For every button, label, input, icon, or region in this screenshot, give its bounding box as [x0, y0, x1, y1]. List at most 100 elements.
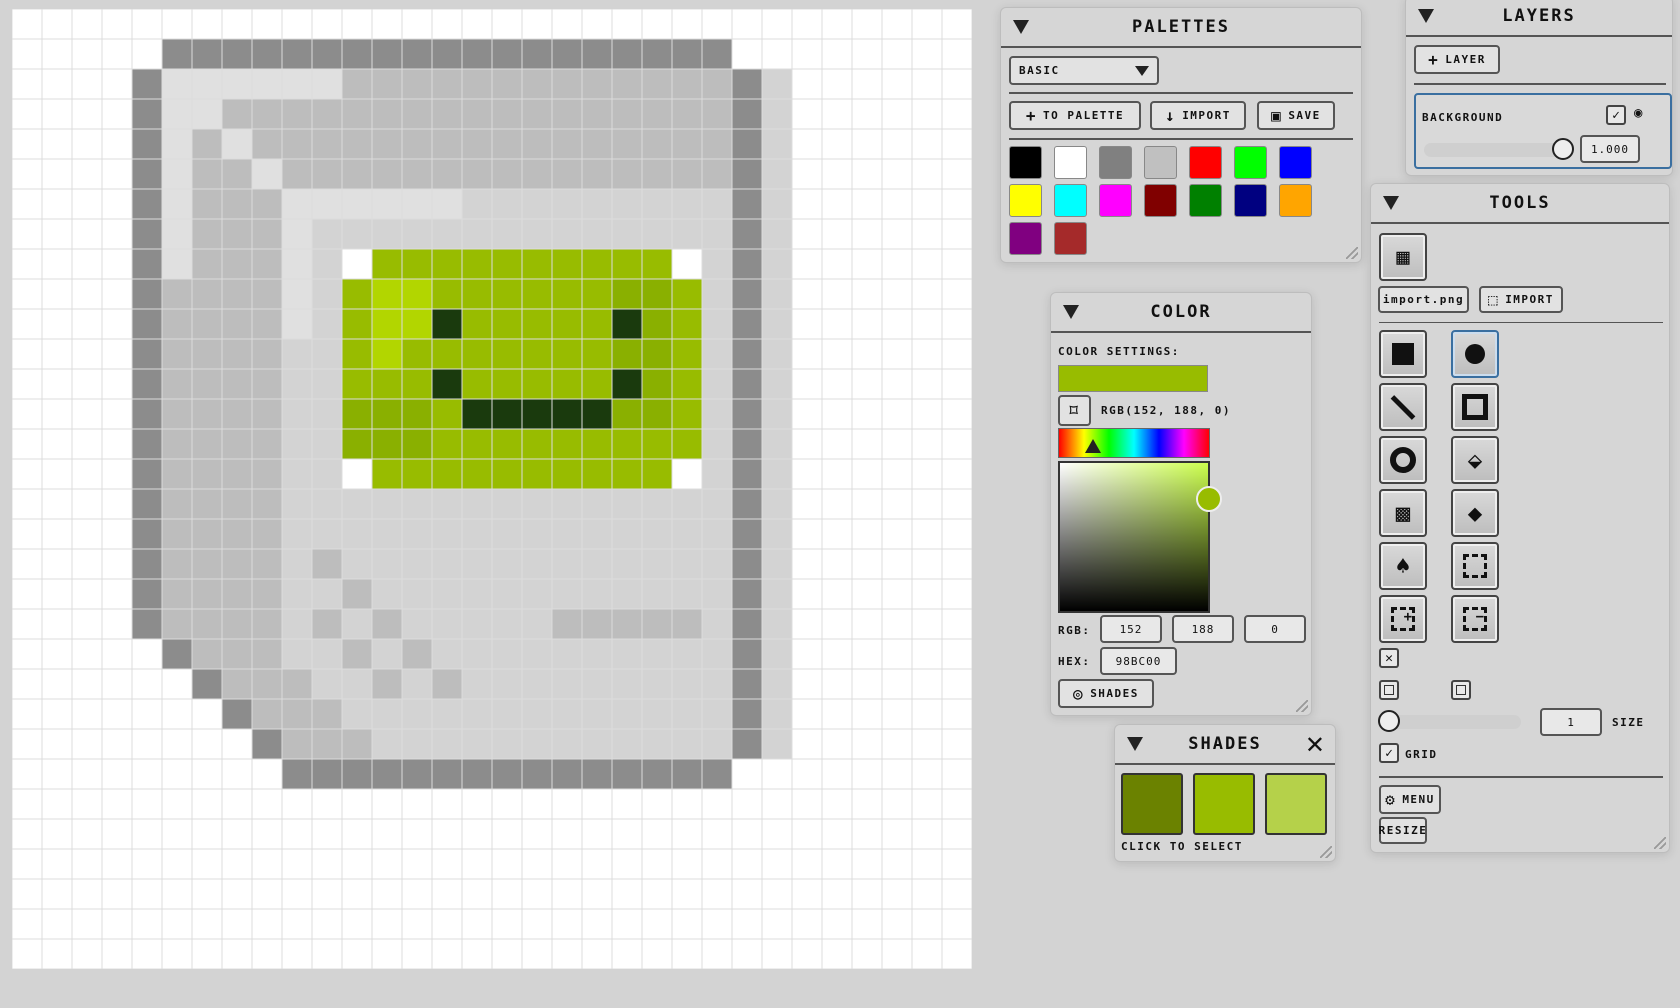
collapse-triangle-icon[interactable] — [1127, 737, 1143, 751]
option-checkbox-left[interactable] — [1379, 680, 1399, 700]
palette-swatch[interactable] — [1009, 184, 1042, 217]
pixel-canvas[interactable] — [12, 9, 972, 969]
line-tool[interactable] — [1379, 383, 1427, 431]
palette-swatch[interactable] — [1234, 146, 1267, 179]
hue-marker-icon[interactable] — [1085, 439, 1101, 453]
circle-brush-tool[interactable] — [1451, 330, 1499, 378]
brush-size-slider-knob[interactable] — [1378, 710, 1400, 732]
collapse-triangle-icon[interactable] — [1013, 20, 1029, 34]
menu-button[interactable]: ⚙ Menu — [1379, 785, 1441, 814]
palettes-header: Palettes — [1001, 8, 1361, 48]
palette-swatch[interactable] — [1144, 146, 1177, 179]
canvas-pixel — [342, 429, 372, 459]
palette-swatch[interactable] — [1054, 146, 1087, 179]
clear-selection-button[interactable]: ✕ — [1379, 648, 1399, 668]
palette-save-button[interactable]: ▣ Save — [1257, 101, 1335, 130]
add-layer-button[interactable]: + Layer — [1414, 45, 1500, 74]
grid-checkbox[interactable]: ✓ — [1379, 743, 1399, 763]
hue-bar[interactable] — [1058, 428, 1210, 458]
brush-size-slider[interactable] — [1389, 715, 1521, 729]
canvas-pixel — [402, 429, 432, 459]
red-input[interactable]: 152 — [1100, 615, 1162, 643]
eyedropper-button[interactable]: ⌑ — [1058, 395, 1091, 426]
canvas-pixel — [552, 549, 582, 579]
layer-opacity-slider[interactable] — [1424, 143, 1564, 157]
palette-swatch[interactable] — [1054, 184, 1087, 217]
collapse-triangle-icon[interactable] — [1063, 305, 1079, 319]
saturation-value-marker[interactable] — [1196, 486, 1222, 512]
collapse-triangle-icon[interactable] — [1418, 9, 1434, 23]
palette-select-value: Basic — [1019, 64, 1060, 77]
resize-grip-icon[interactable] — [1296, 700, 1308, 712]
dither-tool[interactable]: ▩ — [1379, 489, 1427, 537]
eyedropper-icon: ♠ — [1395, 552, 1411, 580]
canvas-pixel — [252, 279, 282, 309]
blue-input[interactable]: 0 — [1244, 615, 1306, 643]
canvas-pixel — [582, 129, 612, 159]
canvas-pixel — [132, 219, 162, 249]
palette-swatch[interactable] — [1279, 184, 1312, 217]
canvas-pixel — [432, 369, 462, 399]
ellipse-tool[interactable] — [1379, 436, 1427, 484]
fill-tool[interactable]: ⬙ — [1451, 436, 1499, 484]
palette-swatch[interactable] — [1099, 184, 1132, 217]
select-tool[interactable] — [1451, 542, 1499, 590]
eyedropper-tool[interactable]: ♠ — [1379, 542, 1427, 590]
import-file-name[interactable]: import.png — [1378, 286, 1469, 313]
add-to-palette-button[interactable]: + To palette — [1009, 101, 1141, 130]
palette-swatch[interactable] — [1234, 184, 1267, 217]
palette-swatch[interactable] — [1009, 222, 1042, 255]
saturation-value-picker[interactable] — [1058, 461, 1210, 613]
palette-swatch[interactable] — [1054, 222, 1087, 255]
pixel-canvas-drawing[interactable] — [12, 9, 972, 969]
close-icon[interactable]: ✕ — [1305, 731, 1325, 759]
canvas-pixel — [372, 519, 402, 549]
palette-swatch[interactable] — [1144, 184, 1177, 217]
image-stamp-tool[interactable]: ▦ — [1379, 233, 1427, 281]
canvas-pixel — [762, 279, 792, 309]
resize-grip-icon[interactable] — [1654, 837, 1666, 849]
shade-swatch[interactable] — [1193, 773, 1255, 835]
palette-swatch[interactable] — [1189, 146, 1222, 179]
palette-swatch[interactable] — [1189, 184, 1222, 217]
brush-size-input[interactable]: 1 — [1540, 708, 1602, 736]
canvas-pixel — [672, 639, 702, 669]
canvas-pixel — [612, 369, 642, 399]
shade-swatch[interactable] — [1121, 773, 1183, 835]
canvas-pixel — [312, 579, 342, 609]
palette-swatch[interactable] — [1279, 146, 1312, 179]
eye-icon[interactable]: ◉ — [1634, 105, 1642, 121]
eraser-tool[interactable]: ◆ — [1451, 489, 1499, 537]
option-checkbox-right[interactable] — [1451, 680, 1471, 700]
green-input[interactable]: 188 — [1172, 615, 1234, 643]
canvas-pixel — [222, 399, 252, 429]
select-subtract-tool[interactable]: − — [1451, 595, 1499, 643]
shades-button[interactable]: ◎ Shades — [1058, 679, 1154, 708]
collapse-triangle-icon[interactable] — [1383, 196, 1399, 210]
canvas-pixel — [462, 669, 492, 699]
palette-import-button[interactable]: ↓ Import — [1150, 101, 1246, 130]
canvas-pixel — [552, 39, 582, 69]
select-add-tool[interactable]: + — [1379, 595, 1427, 643]
canvas-pixel — [312, 339, 342, 369]
shade-swatch[interactable] — [1265, 773, 1327, 835]
resize-button[interactable]: Resize — [1379, 817, 1427, 844]
resize-grip-icon[interactable] — [1346, 247, 1358, 259]
canvas-pixel — [432, 669, 462, 699]
palette-swatch[interactable] — [1009, 146, 1042, 179]
layer-item[interactable]: Background ✓ ◉ 1.000 — [1414, 93, 1672, 169]
canvas-pixel — [192, 129, 222, 159]
square-brush-tool[interactable] — [1379, 330, 1427, 378]
palette-swatch[interactable] — [1099, 146, 1132, 179]
palette-select[interactable]: Basic — [1009, 56, 1159, 85]
canvas-pixel — [582, 669, 612, 699]
canvas-pixel — [612, 159, 642, 189]
canvas-pixel — [642, 399, 672, 429]
hex-input[interactable]: 98BC00 — [1100, 647, 1177, 675]
layer-opacity-slider-knob[interactable] — [1552, 138, 1574, 160]
layer-visible-checkbox[interactable]: ✓ — [1606, 105, 1626, 125]
tools-import-button[interactable]: ⬚ Import — [1479, 286, 1563, 313]
layer-opacity-field[interactable]: 1.000 — [1580, 135, 1640, 163]
resize-grip-icon[interactable] — [1320, 846, 1332, 858]
rectangle-tool[interactable] — [1451, 383, 1499, 431]
